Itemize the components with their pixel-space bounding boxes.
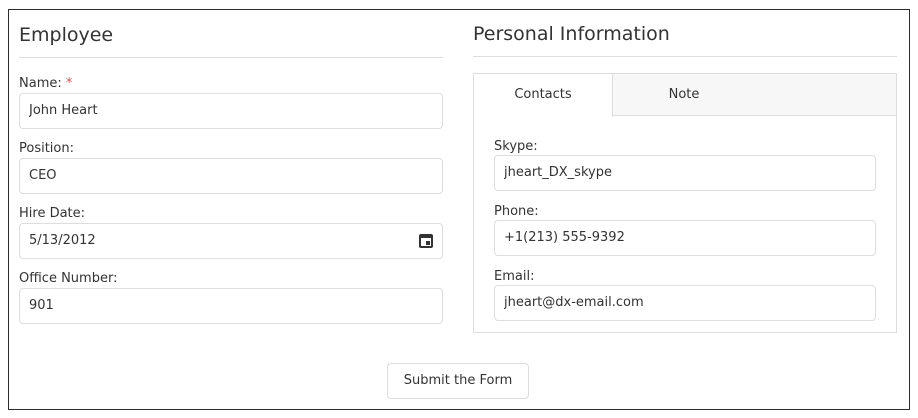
position-input[interactable] bbox=[29, 159, 381, 193]
tab-panel: Contacts Note Skype: Phone: Email: bbox=[473, 73, 897, 333]
name-field[interactable] bbox=[19, 93, 443, 129]
name-label-text: Name: bbox=[19, 76, 62, 91]
phone-field[interactable] bbox=[494, 220, 876, 256]
email-input[interactable] bbox=[504, 286, 820, 320]
email-field[interactable] bbox=[494, 285, 876, 321]
tab-bar: Contacts Note bbox=[474, 74, 896, 117]
skype-input[interactable] bbox=[504, 156, 820, 190]
name-label: Name: * bbox=[19, 76, 72, 92]
office-number-field[interactable] bbox=[19, 288, 443, 324]
tab-note[interactable]: Note bbox=[613, 74, 755, 116]
employee-group-title: Employee bbox=[19, 24, 443, 58]
skype-label: Skype: bbox=[494, 139, 538, 154]
position-field[interactable] bbox=[19, 158, 443, 194]
phone-input[interactable] bbox=[504, 221, 820, 255]
hire-date-label: Hire Date: bbox=[19, 206, 86, 221]
required-mark: * bbox=[65, 76, 73, 91]
office-number-input[interactable] bbox=[29, 289, 381, 323]
skype-field[interactable] bbox=[494, 155, 876, 191]
position-label: Position: bbox=[19, 141, 74, 156]
calendar-icon[interactable] bbox=[419, 234, 433, 248]
submit-button[interactable]: Submit the Form bbox=[387, 363, 529, 399]
name-input[interactable] bbox=[29, 94, 381, 128]
phone-label: Phone: bbox=[494, 204, 539, 219]
form-container: Employee Name: * Position: Hire Date: Of… bbox=[8, 9, 910, 410]
hire-date-field[interactable] bbox=[19, 223, 443, 259]
hire-date-input[interactable] bbox=[29, 224, 381, 258]
tab-contacts[interactable]: Contacts bbox=[474, 74, 613, 117]
email-label: Email: bbox=[494, 269, 535, 284]
office-number-label: Office Number: bbox=[19, 271, 118, 286]
personal-information-title: Personal Information bbox=[473, 23, 897, 57]
